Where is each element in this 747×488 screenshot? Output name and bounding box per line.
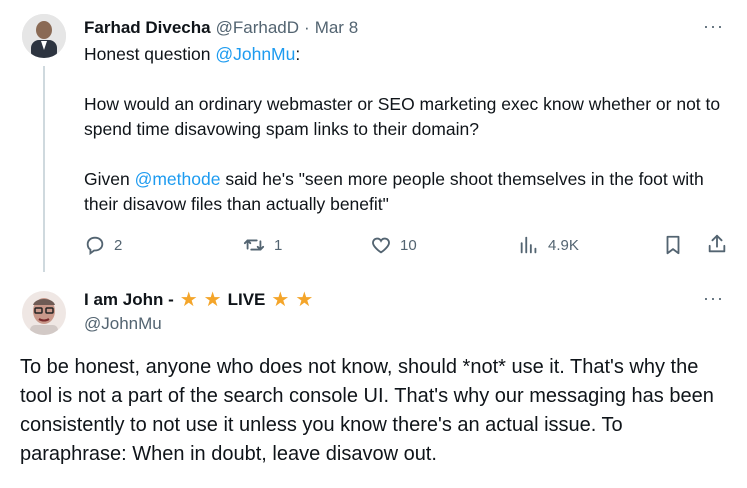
repost-count: 1 [274, 236, 283, 254]
star-icon: ★ [203, 289, 222, 311]
views-icon [518, 234, 540, 256]
author-handle[interactable]: @FarhadD [216, 18, 299, 38]
tweet-2-text: To be honest, anyone who does not know, … [20, 356, 714, 465]
thread-line [43, 66, 45, 272]
views-button[interactable]: 4.9K [518, 234, 579, 256]
repost-icon [242, 234, 266, 256]
more-icon[interactable]: ··· [703, 16, 724, 37]
reply-button[interactable]: 2 [84, 234, 122, 256]
star-icon: ★ [295, 289, 314, 311]
paragraph-1: Honest question @JohnMu: [84, 42, 724, 67]
paragraph-3: Given @methode said he's "seen more peop… [84, 167, 724, 217]
tweet-date[interactable]: Mar 8 [315, 18, 358, 38]
paragraph-2: How would an ordinary webmaster or SEO m… [84, 94, 721, 139]
reply-count: 2 [114, 236, 123, 254]
repost-button[interactable]: 1 [242, 234, 282, 256]
author-name-live[interactable]: LIVE [228, 290, 266, 310]
avatar-farhad[interactable] [22, 14, 66, 58]
like-count: 10 [400, 236, 417, 254]
mention-johnmu[interactable]: @JohnMu [215, 44, 295, 64]
author-name[interactable]: Farhad Divecha [84, 18, 211, 38]
more-icon[interactable]: ··· [703, 288, 724, 309]
bookmark-icon[interactable] [662, 234, 684, 261]
views-count: 4.9K [548, 236, 579, 254]
author-handle[interactable]: @JohnMu [84, 314, 162, 334]
author-name[interactable]: I am John - [84, 290, 174, 310]
separator: · [304, 18, 310, 37]
mention-methode[interactable]: @methode [135, 169, 221, 189]
like-button[interactable]: 10 [370, 234, 417, 256]
tweet-2-header: I am John - ★ ★ LIVE ★ ★ [84, 288, 313, 312]
share-icon[interactable] [706, 233, 728, 260]
tweet-1-text: Honest question @JohnMu: How would an or… [84, 42, 724, 217]
p3-start: Given [84, 169, 135, 189]
avatar-johnmu[interactable] [22, 291, 66, 335]
intro-text: Honest question [84, 44, 216, 64]
reply-icon [84, 234, 106, 256]
star-icon: ★ [271, 289, 290, 311]
like-icon [370, 234, 392, 256]
star-icon: ★ [179, 289, 198, 311]
tweet-1-header: Farhad Divecha @FarhadD · Mar 8 [84, 16, 358, 40]
intro-end: : [295, 44, 301, 64]
